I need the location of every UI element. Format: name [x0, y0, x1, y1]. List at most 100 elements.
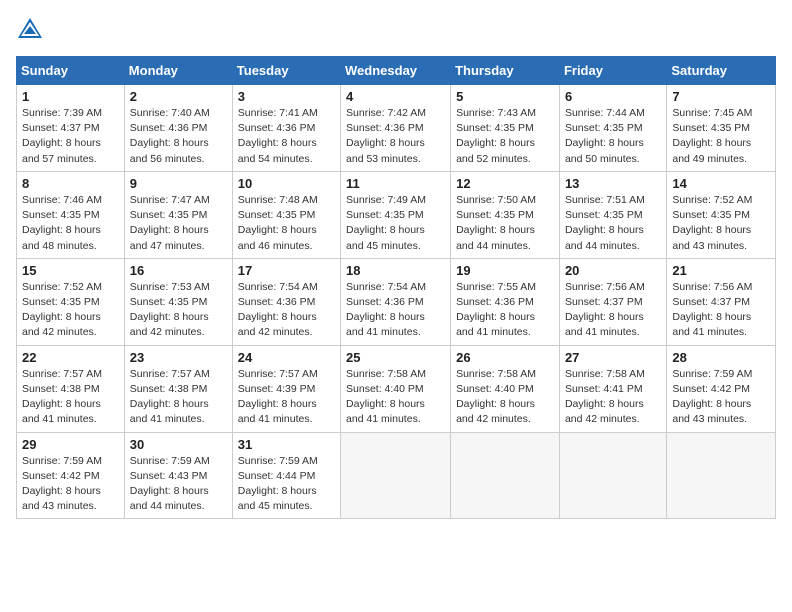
day-number: 4: [346, 89, 445, 104]
day-number: 6: [565, 89, 661, 104]
day-number: 7: [672, 89, 770, 104]
calendar-cell: 7 Sunrise: 7:45 AMSunset: 4:35 PMDaylight…: [667, 85, 776, 172]
weekday-header-sunday: Sunday: [17, 57, 125, 85]
calendar-cell: 9Sunrise: 7:47 AMSunset: 4:35 PMDaylight…: [124, 171, 232, 258]
calendar-week-1: 1 Sunrise: 7:39 AMSunset: 4:37 PMDaylight…: [17, 85, 776, 172]
day-number: 5: [456, 89, 554, 104]
calendar-cell: 19 Sunrise: 7:55 AMSunset: 4:36 PMDayligh…: [451, 258, 560, 345]
weekday-header-friday: Friday: [559, 57, 666, 85]
calendar-cell: 8Sunrise: 7:46 AMSunset: 4:35 PMDaylight…: [17, 171, 125, 258]
calendar-cell: 25 Sunrise: 7:58 AMSunset: 4:40 PMDayligh…: [341, 345, 451, 432]
day-info: Sunrise: 7:54 AMSunset: 4:36 PMDaylight:…: [238, 280, 335, 341]
calendar-week-5: 29Sunrise: 7:59 AMSunset: 4:42 PMDayligh…: [17, 432, 776, 519]
day-info: Sunrise: 7:56 AMSunset: 4:37 PMDaylight:…: [672, 280, 770, 341]
day-info: Sunrise: 7:58 AMSunset: 4:40 PMDaylight:…: [346, 367, 445, 428]
logo: [16, 16, 48, 44]
calendar-cell: 29Sunrise: 7:59 AMSunset: 4:42 PMDayligh…: [17, 432, 125, 519]
weekday-header-wednesday: Wednesday: [341, 57, 451, 85]
day-number: 2: [130, 89, 227, 104]
day-info: Sunrise: 7:56 AMSunset: 4:37 PMDaylight:…: [565, 280, 661, 341]
calendar-cell: 20 Sunrise: 7:56 AMSunset: 4:37 PMDayligh…: [559, 258, 666, 345]
day-number: 31: [238, 437, 335, 452]
day-info: Sunrise: 7:57 AMSunset: 4:38 PMDaylight:…: [130, 367, 227, 428]
calendar-cell: 13 Sunrise: 7:51 AMSunset: 4:35 PMDayligh…: [559, 171, 666, 258]
day-info: Sunrise: 7:40 AMSunset: 4:36 PMDaylight:…: [130, 106, 227, 167]
day-number: 29: [22, 437, 119, 452]
calendar-week-4: 22 Sunrise: 7:57 AMSunset: 4:38 PMDayligh…: [17, 345, 776, 432]
day-number: 28: [672, 350, 770, 365]
day-info: Sunrise: 7:59 AMSunset: 4:42 PMDaylight:…: [672, 367, 770, 428]
calendar-cell: 31 Sunrise: 7:59 AMSunset: 4:44 PMDayligh…: [232, 432, 340, 519]
calendar-cell: 23 Sunrise: 7:57 AMSunset: 4:38 PMDayligh…: [124, 345, 232, 432]
day-number: 3: [238, 89, 335, 104]
calendar-cell: 11 Sunrise: 7:49 AMSunset: 4:35 PMDayligh…: [341, 171, 451, 258]
calendar-week-2: 8Sunrise: 7:46 AMSunset: 4:35 PMDaylight…: [17, 171, 776, 258]
weekday-header-tuesday: Tuesday: [232, 57, 340, 85]
day-number: 23: [130, 350, 227, 365]
day-info: Sunrise: 7:51 AMSunset: 4:35 PMDaylight:…: [565, 193, 661, 254]
day-info: Sunrise: 7:46 AMSunset: 4:35 PMDaylight:…: [22, 193, 119, 254]
day-number: 25: [346, 350, 445, 365]
calendar-cell: 5 Sunrise: 7:43 AMSunset: 4:35 PMDaylight…: [451, 85, 560, 172]
day-number: 18: [346, 263, 445, 278]
calendar-cell: 6 Sunrise: 7:44 AMSunset: 4:35 PMDaylight…: [559, 85, 666, 172]
day-number: 17: [238, 263, 335, 278]
calendar-cell: 22Sunrise: 7:57 AMSunset: 4:38 PMDayligh…: [17, 345, 125, 432]
day-info: Sunrise: 7:53 AMSunset: 4:35 PMDaylight:…: [130, 280, 227, 341]
day-number: 11: [346, 176, 445, 191]
weekday-header-thursday: Thursday: [451, 57, 560, 85]
calendar-cell: 27 Sunrise: 7:58 AMSunset: 4:41 PMDayligh…: [559, 345, 666, 432]
weekday-header-saturday: Saturday: [667, 57, 776, 85]
calendar-cell: 4 Sunrise: 7:42 AMSunset: 4:36 PMDaylight…: [341, 85, 451, 172]
day-number: 27: [565, 350, 661, 365]
day-number: 12: [456, 176, 554, 191]
day-info: Sunrise: 7:39 AMSunset: 4:37 PMDaylight:…: [22, 106, 119, 167]
day-number: 19: [456, 263, 554, 278]
day-info: Sunrise: 7:58 AMSunset: 4:41 PMDaylight:…: [565, 367, 661, 428]
day-info: Sunrise: 7:54 AMSunset: 4:36 PMDaylight:…: [346, 280, 445, 341]
day-number: 1: [22, 89, 119, 104]
day-number: 9: [130, 176, 227, 191]
day-info: Sunrise: 7:45 AMSunset: 4:35 PMDaylight:…: [672, 106, 770, 167]
calendar-cell: 16Sunrise: 7:53 AMSunset: 4:35 PMDayligh…: [124, 258, 232, 345]
calendar-table: SundayMondayTuesdayWednesdayThursdayFrid…: [16, 56, 776, 519]
page-header: [16, 16, 776, 44]
day-info: Sunrise: 7:42 AMSunset: 4:36 PMDaylight:…: [346, 106, 445, 167]
calendar-cell: [559, 432, 666, 519]
day-info: Sunrise: 7:41 AMSunset: 4:36 PMDaylight:…: [238, 106, 335, 167]
calendar-cell: [667, 432, 776, 519]
day-info: Sunrise: 7:44 AMSunset: 4:35 PMDaylight:…: [565, 106, 661, 167]
calendar-cell: [451, 432, 560, 519]
day-number: 21: [672, 263, 770, 278]
day-info: Sunrise: 7:55 AMSunset: 4:36 PMDaylight:…: [456, 280, 554, 341]
calendar-cell: 24 Sunrise: 7:57 AMSunset: 4:39 PMDayligh…: [232, 345, 340, 432]
weekday-header-monday: Monday: [124, 57, 232, 85]
day-info: Sunrise: 7:57 AMSunset: 4:39 PMDaylight:…: [238, 367, 335, 428]
day-number: 10: [238, 176, 335, 191]
day-number: 15: [22, 263, 119, 278]
calendar-cell: 30Sunrise: 7:59 AMSunset: 4:43 PMDayligh…: [124, 432, 232, 519]
day-number: 22: [22, 350, 119, 365]
day-info: Sunrise: 7:52 AMSunset: 4:35 PMDaylight:…: [672, 193, 770, 254]
calendar-cell: 14Sunrise: 7:52 AMSunset: 4:35 PMDayligh…: [667, 171, 776, 258]
calendar-cell: 3 Sunrise: 7:41 AMSunset: 4:36 PMDaylight…: [232, 85, 340, 172]
day-number: 13: [565, 176, 661, 191]
day-info: Sunrise: 7:43 AMSunset: 4:35 PMDaylight:…: [456, 106, 554, 167]
day-number: 24: [238, 350, 335, 365]
calendar-cell: 15 Sunrise: 7:52 AMSunset: 4:35 PMDayligh…: [17, 258, 125, 345]
logo-icon: [16, 16, 44, 44]
calendar-cell: 18 Sunrise: 7:54 AMSunset: 4:36 PMDayligh…: [341, 258, 451, 345]
calendar-cell: 17 Sunrise: 7:54 AMSunset: 4:36 PMDayligh…: [232, 258, 340, 345]
day-info: Sunrise: 7:49 AMSunset: 4:35 PMDaylight:…: [346, 193, 445, 254]
day-info: Sunrise: 7:48 AMSunset: 4:35 PMDaylight:…: [238, 193, 335, 254]
calendar-cell: 21 Sunrise: 7:56 AMSunset: 4:37 PMDayligh…: [667, 258, 776, 345]
day-number: 20: [565, 263, 661, 278]
day-info: Sunrise: 7:50 AMSunset: 4:35 PMDaylight:…: [456, 193, 554, 254]
day-info: Sunrise: 7:59 AMSunset: 4:44 PMDaylight:…: [238, 454, 335, 515]
day-number: 26: [456, 350, 554, 365]
calendar-cell: 2 Sunrise: 7:40 AMSunset: 4:36 PMDaylight…: [124, 85, 232, 172]
calendar-cell: 12 Sunrise: 7:50 AMSunset: 4:35 PMDayligh…: [451, 171, 560, 258]
calendar-cell: 1 Sunrise: 7:39 AMSunset: 4:37 PMDaylight…: [17, 85, 125, 172]
calendar-cell: 26Sunrise: 7:58 AMSunset: 4:40 PMDayligh…: [451, 345, 560, 432]
day-info: Sunrise: 7:52 AMSunset: 4:35 PMDaylight:…: [22, 280, 119, 341]
